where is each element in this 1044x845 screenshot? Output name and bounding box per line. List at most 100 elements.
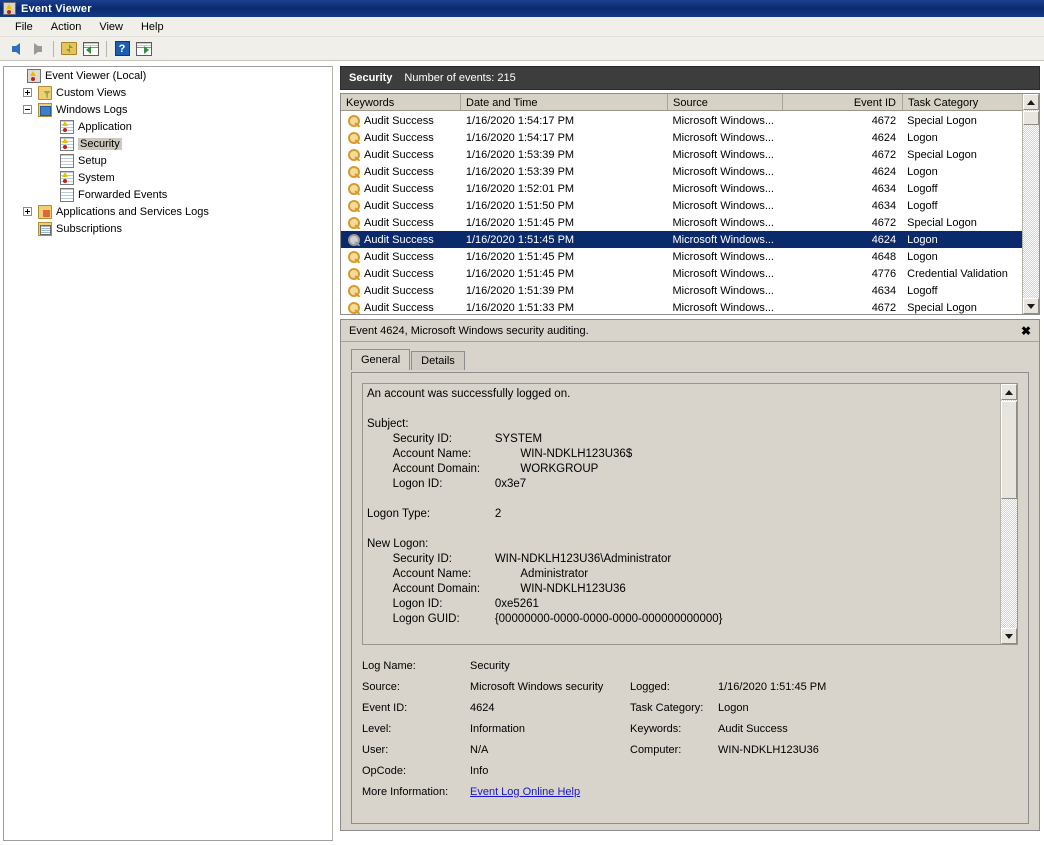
cell-keywords-label: Audit Success xyxy=(364,285,434,297)
minus-icon[interactable] xyxy=(23,105,32,114)
menu-item-view[interactable]: View xyxy=(90,19,132,35)
cell-task-category: Logoff xyxy=(902,183,1022,195)
cell-date-and-time: 1/16/2020 1:53:39 PM xyxy=(461,149,668,161)
column-header-keywords[interactable]: Keywords xyxy=(341,94,461,110)
table-row[interactable]: Audit Success1/16/2020 1:53:39 PMMicroso… xyxy=(341,146,1022,163)
table-row[interactable]: Audit Success1/16/2020 1:51:33 PMMicroso… xyxy=(341,299,1022,314)
column-header-source[interactable]: Source xyxy=(668,94,783,110)
audit-key-icon xyxy=(348,217,361,229)
tree-item-system[interactable]: System xyxy=(4,169,332,186)
cell-date-and-time: 1/16/2020 1:54:17 PM xyxy=(461,115,668,127)
event-log-online-help-link[interactable]: Event Log Online Help xyxy=(470,786,580,798)
show-hide-preview-pane-button[interactable] xyxy=(133,38,155,59)
tree-item-label: Custom Views xyxy=(56,87,126,99)
metadata-row: Level:InformationKeywords:Audit Success xyxy=(362,718,1018,739)
tree-item-forwarded-events[interactable]: Forwarded Events xyxy=(4,186,332,203)
table-row[interactable]: Audit Success1/16/2020 1:51:45 PMMicroso… xyxy=(341,248,1022,265)
cell-keywords-label: Audit Success xyxy=(364,132,434,144)
scrollbar-thumb[interactable] xyxy=(1023,111,1039,125)
show-hide-console-tree-button[interactable] xyxy=(80,38,102,59)
scrollbar-track[interactable] xyxy=(1023,110,1039,298)
desc-scroll-up-button[interactable] xyxy=(1001,384,1017,400)
expand-icon[interactable] xyxy=(19,207,36,216)
plus-icon[interactable] xyxy=(23,207,32,216)
table-row[interactable]: Audit Success1/16/2020 1:51:50 PMMicroso… xyxy=(341,197,1022,214)
log-header-bar: Security Number of events: 215 xyxy=(340,66,1040,90)
event-list-scrollbar[interactable] xyxy=(1022,94,1039,314)
table-row[interactable]: Audit Success1/16/2020 1:51:45 PMMicroso… xyxy=(341,214,1022,231)
cell-keywords: Audit Success xyxy=(341,132,461,144)
expand-icon[interactable] xyxy=(19,88,36,97)
event-detail-pane: Event 4624, Microsoft Windows security a… xyxy=(340,319,1040,831)
tab-details[interactable]: Details xyxy=(411,351,465,370)
column-header-event-id[interactable]: Event ID xyxy=(783,94,903,110)
plus-icon[interactable] xyxy=(23,88,32,97)
metadata-value: 4624 xyxy=(470,702,630,714)
tree-item-event-viewer-local[interactable]: Event Viewer (Local) xyxy=(4,67,332,84)
event-list[interactable]: Keywords Date and Time Source Event ID T… xyxy=(340,93,1040,315)
tree-item-security[interactable]: Security xyxy=(4,135,332,152)
metadata-label: Level: xyxy=(362,723,470,735)
console-tree[interactable]: Event Viewer (Local) Custom Views Windows … xyxy=(3,66,333,841)
tree-item-subscriptions[interactable]: Subscriptions xyxy=(4,220,332,237)
scroll-down-button[interactable] xyxy=(1023,298,1039,314)
open-saved-log-button[interactable] xyxy=(58,38,80,59)
metadata-value-2: 1/16/2020 1:51:45 PM xyxy=(718,681,918,693)
cell-event-id: 4634 xyxy=(782,200,902,212)
event-description-text: An account was successfully logged on. S… xyxy=(367,387,999,644)
table-row[interactable]: Audit Success1/16/2020 1:51:39 PMMicroso… xyxy=(341,282,1022,299)
metadata-value-2: Logon xyxy=(718,702,918,714)
metadata-value-2: Audit Success xyxy=(718,723,918,735)
collapse-icon[interactable] xyxy=(19,105,36,114)
back-button[interactable] xyxy=(5,38,27,59)
event-viewer-icon xyxy=(3,2,16,15)
tree-item-applications-and-services-logs[interactable]: Applications and Services Logs xyxy=(4,203,332,220)
column-header-date-and-time[interactable]: Date and Time xyxy=(461,94,668,110)
event-description-box[interactable]: An account was successfully logged on. S… xyxy=(362,383,1018,645)
metadata-label-2: Logged: xyxy=(630,681,718,693)
cell-keywords: Audit Success xyxy=(341,234,461,246)
cell-keywords-label: Audit Success xyxy=(364,234,434,246)
table-row[interactable]: Audit Success1/16/2020 1:54:17 PMMicroso… xyxy=(341,129,1022,146)
cell-keywords: Audit Success xyxy=(341,166,461,178)
show-hide-preview-pane-icon xyxy=(136,42,152,56)
tree-item-application[interactable]: Application xyxy=(4,118,332,135)
forward-button[interactable] xyxy=(27,38,49,59)
desc-scrollbar-thumb[interactable] xyxy=(1001,401,1017,499)
metadata-row: Source:Microsoft Windows securityLogged:… xyxy=(362,676,1018,697)
help-icon: ? xyxy=(115,41,130,56)
table-row[interactable]: Audit Success1/16/2020 1:52:01 PMMicroso… xyxy=(341,180,1022,197)
tree-item-label: Subscriptions xyxy=(56,223,122,235)
main-body: Event Viewer (Local) Custom Views Windows … xyxy=(0,62,1044,845)
windows-logs-folder-icon xyxy=(38,103,52,117)
cell-source: Microsoft Windows... xyxy=(668,183,783,195)
metadata-label-2: Computer: xyxy=(630,744,718,756)
menu-item-file[interactable]: File xyxy=(6,19,42,35)
event-list-column-header[interactable]: Keywords Date and Time Source Event ID T… xyxy=(341,94,1039,111)
cell-task-category: Special Logon xyxy=(902,302,1022,314)
menu-item-help[interactable]: Help xyxy=(132,19,173,35)
tree-item-setup[interactable]: Setup xyxy=(4,152,332,169)
cell-keywords: Audit Success xyxy=(341,200,461,212)
desc-scroll-down-button[interactable] xyxy=(1001,628,1017,644)
cell-date-and-time: 1/16/2020 1:54:17 PM xyxy=(461,132,668,144)
menu-item-action[interactable]: Action xyxy=(42,19,91,35)
tab-general[interactable]: General xyxy=(351,349,410,370)
audit-key-icon xyxy=(348,302,361,314)
cell-source: Microsoft Windows... xyxy=(668,234,783,246)
log-icon xyxy=(60,188,74,202)
table-row[interactable]: Audit Success1/16/2020 1:53:39 PMMicroso… xyxy=(341,163,1022,180)
close-icon[interactable]: ✖ xyxy=(1021,324,1031,338)
tree-item-custom-views[interactable]: Custom Views xyxy=(4,84,332,101)
cell-keywords-label: Audit Success xyxy=(364,166,434,178)
table-row[interactable]: Audit Success1/16/2020 1:54:17 PMMicroso… xyxy=(341,112,1022,129)
description-scrollbar[interactable] xyxy=(1000,384,1017,644)
table-row[interactable]: Audit Success1/16/2020 1:51:45 PMMicroso… xyxy=(341,265,1022,282)
tree-item-windows-logs[interactable]: Windows Logs xyxy=(4,101,332,118)
event-list-rows: Audit Success 1/16/2020 1:54:17 PM Microso… xyxy=(341,112,1022,314)
table-row[interactable]: Audit Success1/16/2020 1:51:45 PMMicroso… xyxy=(341,231,1022,248)
cell-date-and-time: 1/16/2020 1:51:50 PM xyxy=(461,200,668,212)
help-button[interactable]: ? xyxy=(111,38,133,59)
scroll-up-button[interactable] xyxy=(1023,94,1039,110)
column-header-task-category[interactable]: Task Category xyxy=(903,94,1023,110)
